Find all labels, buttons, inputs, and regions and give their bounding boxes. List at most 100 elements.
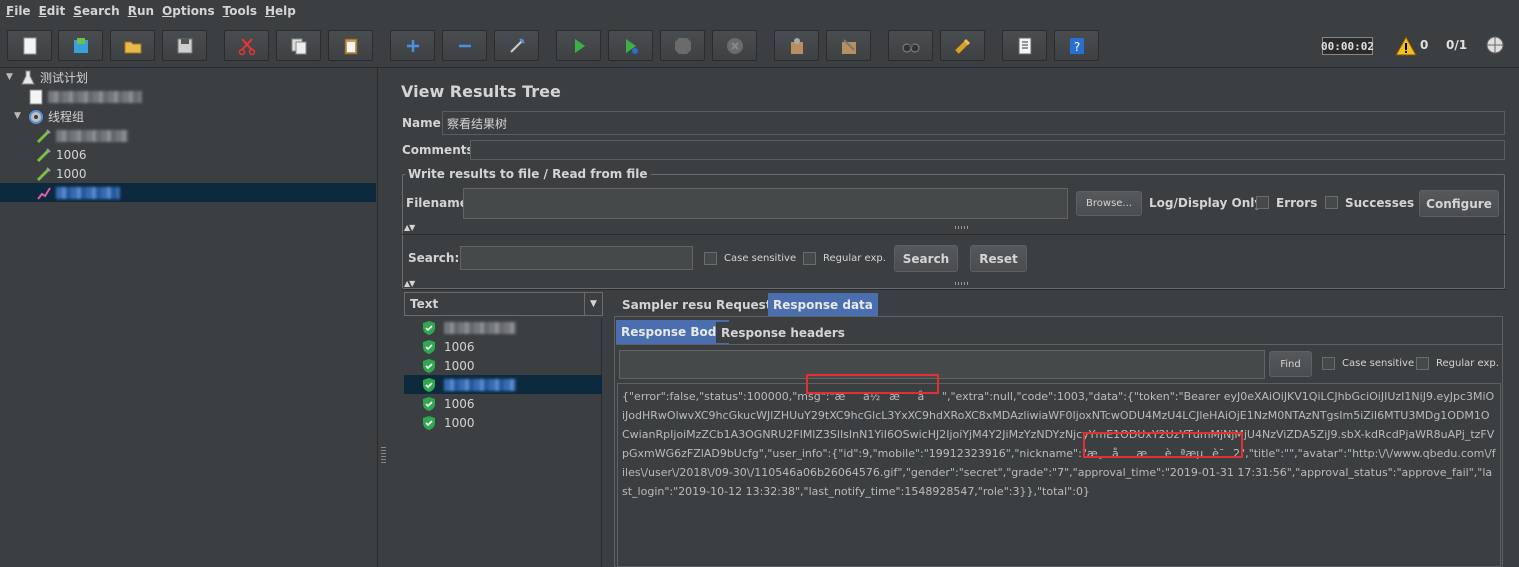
tree-item-sampler-1000[interactable]: 1000 <box>36 164 87 183</box>
errors-checkbox[interactable] <box>1256 196 1269 209</box>
clear-button[interactable] <box>774 30 819 61</box>
stop-button[interactable] <box>660 30 705 61</box>
configure-button[interactable]: Configure <box>1419 190 1499 217</box>
successes-checkbox[interactable] <box>1325 196 1338 209</box>
tab-response-data[interactable]: Response data <box>768 293 878 316</box>
open-button[interactable] <box>110 30 155 61</box>
name-field[interactable]: 察看结果树 <box>442 111 1505 135</box>
divider <box>402 234 1506 235</box>
comments-label: Comments: <box>402 143 479 157</box>
tree-item-listener[interactable] <box>36 183 120 202</box>
collapse-button[interactable] <box>442 30 487 61</box>
menu-tools[interactable]: Tools <box>219 0 261 22</box>
paste-icon <box>344 38 357 54</box>
reset-button[interactable]: Reset <box>970 245 1027 272</box>
redacted-label <box>56 186 120 199</box>
list-item[interactable]: 1000 <box>404 356 602 375</box>
tree-expanded-arrow-icon[interactable]: ▼ <box>14 111 21 121</box>
toggle-button[interactable] <box>494 30 539 61</box>
list-item[interactable] <box>404 318 602 337</box>
templates-button[interactable] <box>58 30 103 61</box>
list-item[interactable]: 1006 <box>404 394 602 413</box>
redacted-label <box>444 378 516 391</box>
response-regular-exp-checkbox[interactable] <box>1416 357 1429 370</box>
menu-run[interactable]: Run <box>124 0 158 22</box>
success-shield-icon <box>423 377 435 392</box>
copy-button[interactable] <box>276 30 321 61</box>
new-button[interactable] <box>7 30 52 61</box>
response-regular-exp-label: Regular exp. <box>1436 358 1499 369</box>
templates-icon <box>73 37 88 53</box>
chevron-down-icon[interactable]: ▼ <box>584 293 602 315</box>
splitter-dots[interactable] <box>955 226 969 229</box>
reset-search-icon <box>954 38 970 54</box>
list-item-label: 1000 <box>444 415 475 430</box>
tree-item-config[interactable] <box>28 87 142 106</box>
remote-globe-icon[interactable] <box>1485 35 1505 55</box>
regular-exp-checkbox[interactable] <box>803 252 816 265</box>
new-icon <box>23 37 36 54</box>
annotation-highlight-nickname <box>1083 432 1243 458</box>
tree-item-test-plan[interactable]: 测试计划 <box>20 68 88 87</box>
tab-response-headers[interactable]: Response headers <box>716 322 850 343</box>
open-icon <box>124 41 141 53</box>
collapse-arrows-icon[interactable]: ▲▼ <box>404 279 415 288</box>
help-button[interactable]: ? <box>1054 30 1099 61</box>
list-item[interactable]: 1006 <box>404 337 602 356</box>
listener-chart-icon <box>36 185 52 201</box>
start-no-pause-button[interactable] <box>608 30 653 61</box>
browse-button[interactable]: Browse... <box>1076 191 1142 216</box>
tab-request[interactable]: Request <box>711 294 777 315</box>
cut-icon <box>238 37 255 55</box>
list-item-label: 1000 <box>444 358 475 373</box>
sampler-pipette-icon <box>36 147 52 163</box>
response-search-input[interactable] <box>619 350 1265 379</box>
splitter-dots[interactable] <box>955 282 969 285</box>
paste-button[interactable] <box>328 30 373 61</box>
function-helper-button[interactable] <box>1002 30 1047 61</box>
search-label: Search: <box>408 251 460 265</box>
tab-response-body[interactable]: Response Body <box>616 320 730 344</box>
shutdown-button[interactable] <box>712 30 757 61</box>
collapse-icon <box>458 44 471 47</box>
vertical-splitter[interactable] <box>379 68 388 567</box>
clear-all-button[interactable] <box>826 30 871 61</box>
stop-icon <box>674 37 691 54</box>
menu-search[interactable]: Search <box>69 0 123 22</box>
response-case-sensitive-checkbox[interactable] <box>1322 357 1335 370</box>
find-button[interactable]: Find <box>1269 351 1312 377</box>
menu-help[interactable]: Help <box>261 0 300 22</box>
menu-file[interactable]: File <box>2 0 35 22</box>
warning-icon[interactable] <box>1395 35 1417 57</box>
splitter-grip[interactable] <box>381 447 386 463</box>
tree-item-thread-group[interactable]: 线程组 <box>28 107 84 126</box>
filename-label: Filename <box>406 196 468 210</box>
response-body-text[interactable]: {"error":false,"status":100000,"msg":"æ… <box>617 383 1501 567</box>
menu-options[interactable]: Options <box>158 0 219 22</box>
elapsed-time: 00:00:02 <box>1321 37 1374 55</box>
list-splitter[interactable] <box>603 318 611 567</box>
list-item-selected[interactable] <box>404 375 602 394</box>
cut-button[interactable] <box>224 30 269 61</box>
comments-field[interactable] <box>470 140 1505 160</box>
tree-expanded-arrow-icon[interactable]: ▼ <box>6 72 13 82</box>
toggle-icon <box>509 37 525 53</box>
search-input[interactable] <box>460 246 693 270</box>
search-button[interactable] <box>888 30 933 61</box>
list-item-label: 1006 <box>444 396 475 411</box>
collapse-arrows-icon[interactable]: ▲▼ <box>404 223 415 232</box>
menu-edit[interactable]: Edit <box>35 0 70 22</box>
start-button[interactable] <box>556 30 601 61</box>
redacted-label <box>56 129 128 142</box>
filename-field[interactable] <box>463 188 1068 219</box>
renderer-select[interactable]: Text ▼ <box>404 292 603 316</box>
list-item[interactable]: 1000 <box>404 413 602 432</box>
save-button[interactable] <box>162 30 207 61</box>
expand-button[interactable] <box>390 30 435 61</box>
search-button[interactable]: Search <box>894 245 958 272</box>
tree-item-sampler[interactable] <box>36 126 128 145</box>
svg-text:?: ? <box>1073 40 1079 54</box>
tree-item-sampler-1006[interactable]: 1006 <box>36 145 87 164</box>
reset-search-button[interactable] <box>940 30 985 61</box>
case-sensitive-checkbox[interactable] <box>704 252 717 265</box>
